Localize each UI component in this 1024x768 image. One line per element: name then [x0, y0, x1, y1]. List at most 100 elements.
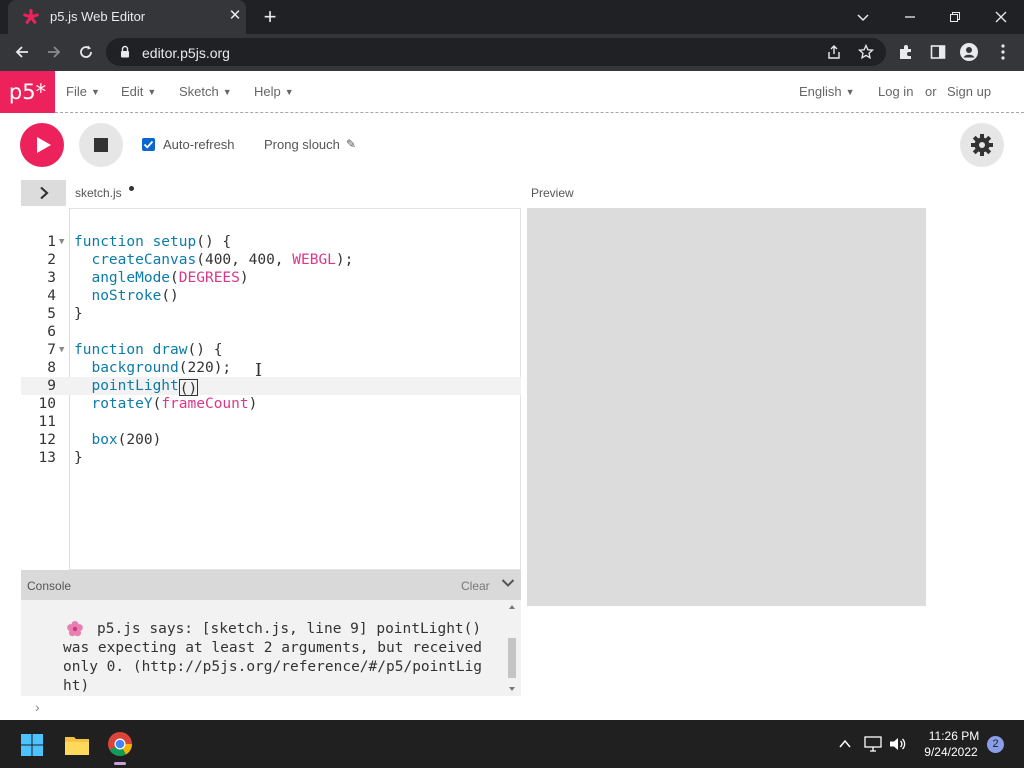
- chevron-down-icon[interactable]: [501, 576, 515, 591]
- console-header[interactable]: [21, 570, 521, 600]
- caret-down-icon: ▼: [222, 87, 232, 97]
- file-explorer-icon[interactable]: [64, 733, 90, 757]
- unsaved-indicator: [129, 186, 134, 191]
- menu-help-label: Help: [254, 84, 281, 99]
- code-text: function draw() {: [74, 342, 223, 358]
- browser-tab[interactable]: p5.js Web Editor ✕: [8, 0, 246, 34]
- profile-icon[interactable]: [958, 42, 980, 62]
- autorefresh-label[interactable]: Auto-refresh: [163, 137, 235, 152]
- caret-down-icon: ▼: [147, 87, 157, 97]
- notification-badge[interactable]: 2: [987, 736, 1004, 753]
- fold-arrow-icon[interactable]: ▼: [59, 341, 64, 359]
- code-line[interactable]: 11: [0, 413, 521, 431]
- preview-canvas[interactable]: [527, 208, 926, 606]
- chevron-up-icon[interactable]: [838, 737, 852, 751]
- p5-favicon-icon: [23, 9, 39, 24]
- autorefresh-checkbox[interactable]: [142, 138, 155, 151]
- share-icon[interactable]: [823, 42, 845, 62]
- code-line[interactable]: 7 ▼ function draw() {: [0, 341, 521, 359]
- tab-title: p5.js Web Editor: [50, 9, 146, 24]
- tab-close-icon[interactable]: ✕: [226, 6, 244, 26]
- code-line[interactable]: 6: [0, 323, 521, 341]
- play-button[interactable]: [20, 123, 64, 167]
- sketch-name[interactable]: Prong slouch: [264, 137, 340, 152]
- code-line[interactable]: 4 noStroke(): [0, 287, 521, 305]
- line-number: 1: [47, 234, 56, 250]
- line-number: 5: [47, 306, 56, 322]
- line-number: 10: [38, 396, 56, 412]
- code-line[interactable]: 2 createCanvas(400, 400, WEBGL);: [0, 251, 521, 269]
- chevron-right-icon: [39, 186, 49, 200]
- line-number: 13: [38, 450, 56, 466]
- code-text: }: [74, 306, 83, 322]
- fold-arrow-icon[interactable]: ▼: [59, 233, 64, 251]
- active-app-indicator: [114, 762, 126, 765]
- code-text: pointLight(): [91, 378, 199, 397]
- menu-edit[interactable]: Edit ▼: [121, 84, 156, 99]
- caret-down-icon: ▼: [284, 87, 294, 97]
- bookmark-star-icon[interactable]: [855, 42, 877, 62]
- pencil-icon[interactable]: ✎: [346, 137, 356, 151]
- chrome-menu-icon[interactable]: [992, 42, 1014, 62]
- file-tab[interactable]: sketch.js: [75, 186, 122, 200]
- console-clear-button[interactable]: Clear: [461, 579, 490, 593]
- login-link[interactable]: Log in: [878, 84, 913, 99]
- window-close-icon[interactable]: [986, 4, 1016, 30]
- code-text: background(220);: [91, 360, 232, 376]
- lock-icon[interactable]: [120, 45, 130, 58]
- code-line[interactable]: 3 angleMode(DEGREES): [0, 269, 521, 287]
- menu-file[interactable]: File ▼: [66, 84, 100, 99]
- forward-icon[interactable]: [41, 39, 67, 65]
- ibeam-cursor-icon: I: [255, 360, 263, 381]
- language-select[interactable]: English ▼: [799, 84, 855, 99]
- line-number: 6: [47, 324, 56, 340]
- network-icon[interactable]: [864, 736, 882, 752]
- line-number: 7: [47, 342, 56, 358]
- side-panel-icon[interactable]: [927, 42, 949, 62]
- code-text: function setup() {: [74, 234, 232, 250]
- caret-down-icon: ▼: [845, 87, 855, 97]
- clock-time[interactable]: 11:26 PM: [926, 729, 982, 743]
- menu-help[interactable]: Help ▼: [254, 84, 294, 99]
- console-input[interactable]: [21, 696, 521, 720]
- p5-logo[interactable]: p5*: [0, 71, 55, 113]
- console-scrollbar[interactable]: [507, 603, 517, 693]
- or-text: or: [925, 84, 937, 99]
- code-text: }: [74, 450, 83, 466]
- reload-icon[interactable]: [73, 39, 99, 65]
- preview-label: Preview: [531, 186, 574, 200]
- menu-sketch[interactable]: Sketch ▼: [179, 84, 232, 99]
- caret-down-icon: ▼: [90, 87, 100, 97]
- console-label: Console: [27, 579, 72, 593]
- extensions-icon[interactable]: [895, 42, 917, 62]
- restore-icon[interactable]: [940, 4, 970, 30]
- sidebar-toggle-button[interactable]: [21, 180, 66, 206]
- line-number: 11: [38, 414, 56, 430]
- code-text: rotateY(frameCount): [91, 396, 258, 412]
- code-line[interactable]: 13}: [0, 449, 521, 467]
- check-icon: [143, 140, 154, 149]
- menu-edit-label: Edit: [121, 84, 144, 99]
- gear-icon: [971, 134, 993, 156]
- code-line[interactable]: 12 box(200): [0, 431, 521, 449]
- signup-link[interactable]: Sign up: [947, 84, 991, 99]
- chrome-icon[interactable]: [107, 731, 133, 757]
- back-icon[interactable]: [9, 39, 35, 65]
- volume-icon[interactable]: [889, 736, 907, 752]
- url-text[interactable]: editor.p5js.org: [142, 45, 230, 61]
- code-text: noStroke(): [91, 288, 179, 304]
- stop-icon: [94, 138, 108, 152]
- line-number: 8: [47, 360, 56, 376]
- code-line[interactable]: 5}: [0, 305, 521, 323]
- line-number: 3: [47, 270, 56, 286]
- code-line[interactable]: 1 ▼ function setup() {: [0, 233, 521, 251]
- new-tab-icon[interactable]: +: [258, 4, 282, 30]
- clock-date[interactable]: 9/24/2022: [918, 745, 984, 759]
- settings-button[interactable]: [960, 123, 1004, 167]
- line-number: 12: [38, 432, 56, 448]
- windows-start-icon[interactable]: [20, 733, 44, 757]
- minimize-icon[interactable]: [895, 4, 925, 30]
- menu-sketch-label: Sketch: [179, 84, 219, 99]
- code-line[interactable]: 10 rotateY(frameCount): [0, 395, 521, 413]
- tab-search-icon[interactable]: [848, 4, 878, 30]
